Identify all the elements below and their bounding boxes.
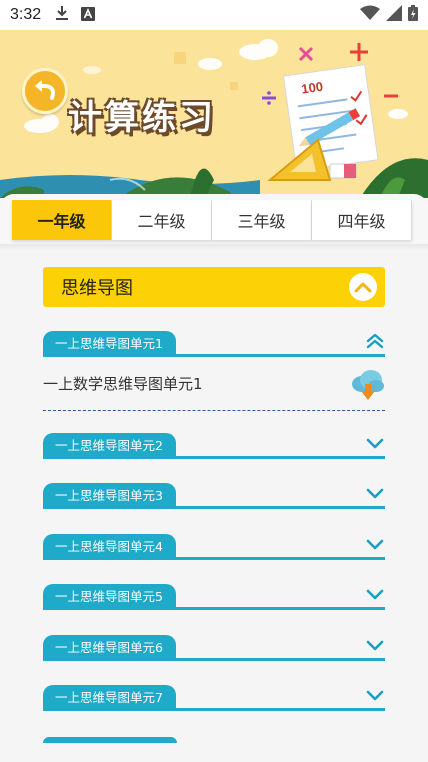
battery-icon [408, 5, 418, 25]
download-notification-icon [55, 5, 69, 25]
unit-header[interactable]: 一上思维导图单元4 [43, 534, 385, 560]
file-name: 一上数学思维导图单元1 [43, 375, 203, 393]
unit-label: 一上思维导图单元7 [43, 685, 176, 709]
chevron-up-circle-icon[interactable] [349, 273, 377, 301]
unit-underline [43, 354, 385, 357]
chevron-down-icon[interactable] [365, 485, 385, 501]
chevron-down-icon[interactable] [365, 536, 385, 552]
chevron-down-icon[interactable] [365, 435, 385, 451]
unit-header[interactable]: 一上思维导图单元7 [43, 685, 385, 711]
chevron-down-icon[interactable] [365, 586, 385, 602]
status-bar: 3:32 [0, 0, 428, 30]
unit-label: 一上思维导图单元4 [43, 534, 176, 558]
back-button[interactable] [22, 68, 68, 114]
cloud-download-icon[interactable] [349, 366, 385, 402]
wifi-icon [360, 5, 380, 25]
chevron-down-icon[interactable] [365, 637, 385, 653]
unit-header[interactable]: 一上思维导图单元6 [43, 635, 385, 661]
unit-label: 一上思维导图单元3 [43, 483, 176, 507]
unit-underline [43, 456, 385, 459]
text-notification-icon [81, 6, 96, 25]
unit-label: 一上思维导图单元1 [43, 331, 176, 355]
app-root: 3:32 100 计算练习 一年级 二年级 三年级 四年级 思维导图 一上思维导… [0, 0, 428, 762]
grade-tab-bar: 一年级 二年级 三年级 四年级 [0, 194, 428, 250]
unit-label: 一上思维导图单元6 [43, 635, 176, 659]
back-arrow-icon [35, 80, 55, 100]
list-item-file[interactable]: 一上数学思维导图单元1 [43, 360, 385, 411]
banner-title: 计算练习 [68, 98, 216, 138]
double-chevron-up-icon[interactable] [365, 333, 385, 349]
unit-header[interactable]: 一上思维导图单元2 [43, 433, 385, 459]
section-title: 思维导图 [61, 278, 133, 299]
tab-grade-4[interactable]: 四年级 [312, 200, 412, 240]
status-indicators [360, 5, 418, 25]
unit-header-partial[interactable] [43, 737, 177, 743]
section-header-mind-map[interactable]: 思维导图 [43, 267, 385, 307]
status-time: 3:32 [10, 6, 42, 23]
unit-header[interactable]: 一上思维导图单元1 [43, 331, 385, 357]
unit-underline [43, 607, 385, 610]
unit-underline [43, 506, 385, 509]
unit-header[interactable]: 一上思维导图单元3 [43, 483, 385, 509]
unit-underline [43, 708, 385, 711]
chevron-down-icon[interactable] [365, 687, 385, 703]
tab-grade-3[interactable]: 三年级 [212, 200, 312, 240]
content-list: 思维导图 一上思维导图单元1 一上数学思维导图单元1 一上思维导图单元2 一上思… [0, 250, 428, 762]
dashed-divider [43, 410, 385, 411]
unit-label: 一上思维导图单元2 [43, 433, 176, 457]
unit-header[interactable]: 一上思维导图单元5 [43, 584, 385, 610]
unit-underline [43, 658, 385, 661]
svg-text:100: 100 [300, 79, 324, 97]
tab-grade-1[interactable]: 一年级 [12, 200, 112, 240]
header-banner: 100 计算练习 [0, 30, 428, 198]
unit-label: 一上思维导图单元5 [43, 584, 176, 608]
tab-grade-2[interactable]: 二年级 [112, 200, 212, 240]
unit-underline [43, 557, 385, 560]
signal-icon [386, 5, 402, 25]
